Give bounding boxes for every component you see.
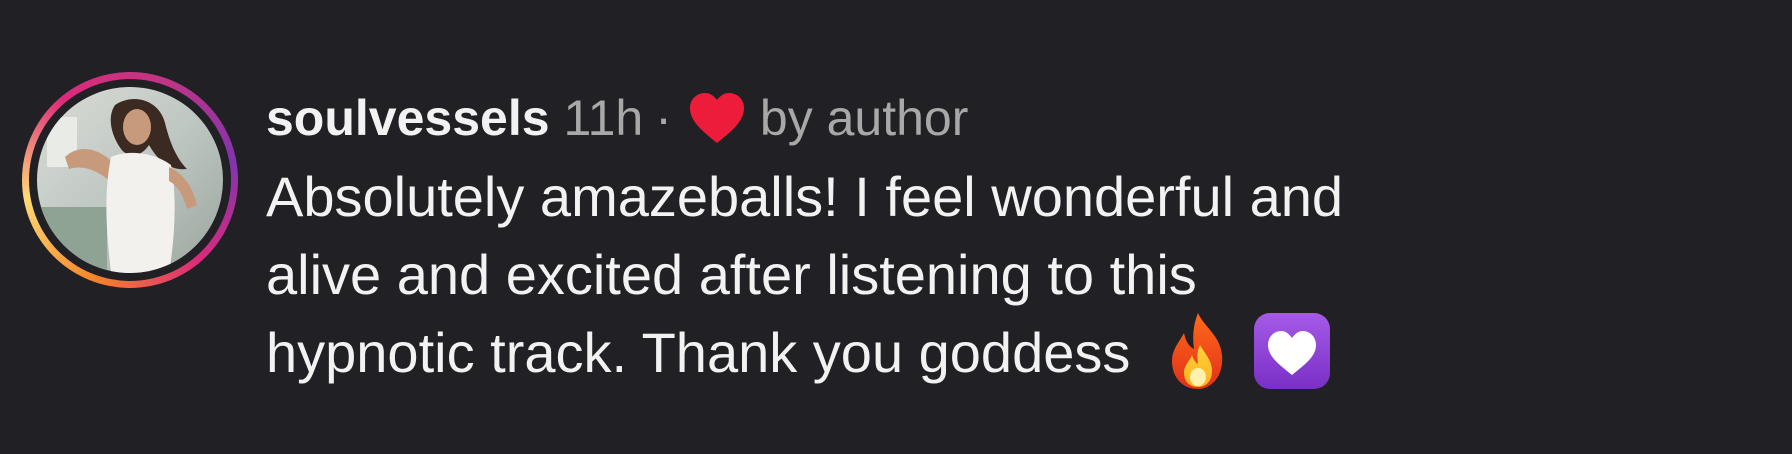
username-link[interactable]: soulvessels [266, 78, 550, 158]
comment-text: Absolutely amazeballs! I feel wonderful … [266, 158, 1782, 399]
white-heart-on-purple-icon [1253, 313, 1330, 390]
comment-line-3-text: hypnotic track. Thank you goddess [266, 321, 1131, 384]
liked-by-author-label: by author [759, 90, 969, 146]
avatar-gap [29, 79, 231, 281]
story-ring[interactable] [22, 72, 238, 288]
comment-content: soulvessels 11h · by author Absolutely a… [266, 78, 1782, 399]
comment-line-2: alive and excited after listening to thi… [266, 243, 1197, 306]
fire-icon [1171, 313, 1223, 390]
comment-card: soulvessels 11h · by author Absolutely a… [0, 0, 1792, 454]
red-heart-icon [689, 93, 744, 143]
comment-line-1: Absolutely amazeballs! I feel wonderful … [266, 165, 1344, 228]
timestamp: 11h [563, 90, 644, 146]
separator-dot: · [655, 90, 672, 146]
comment-line-3: hypnotic track. Thank you goddess [266, 313, 1782, 399]
comment-meta: soulvessels 11h · by author [266, 78, 1782, 158]
avatar[interactable] [37, 87, 223, 273]
